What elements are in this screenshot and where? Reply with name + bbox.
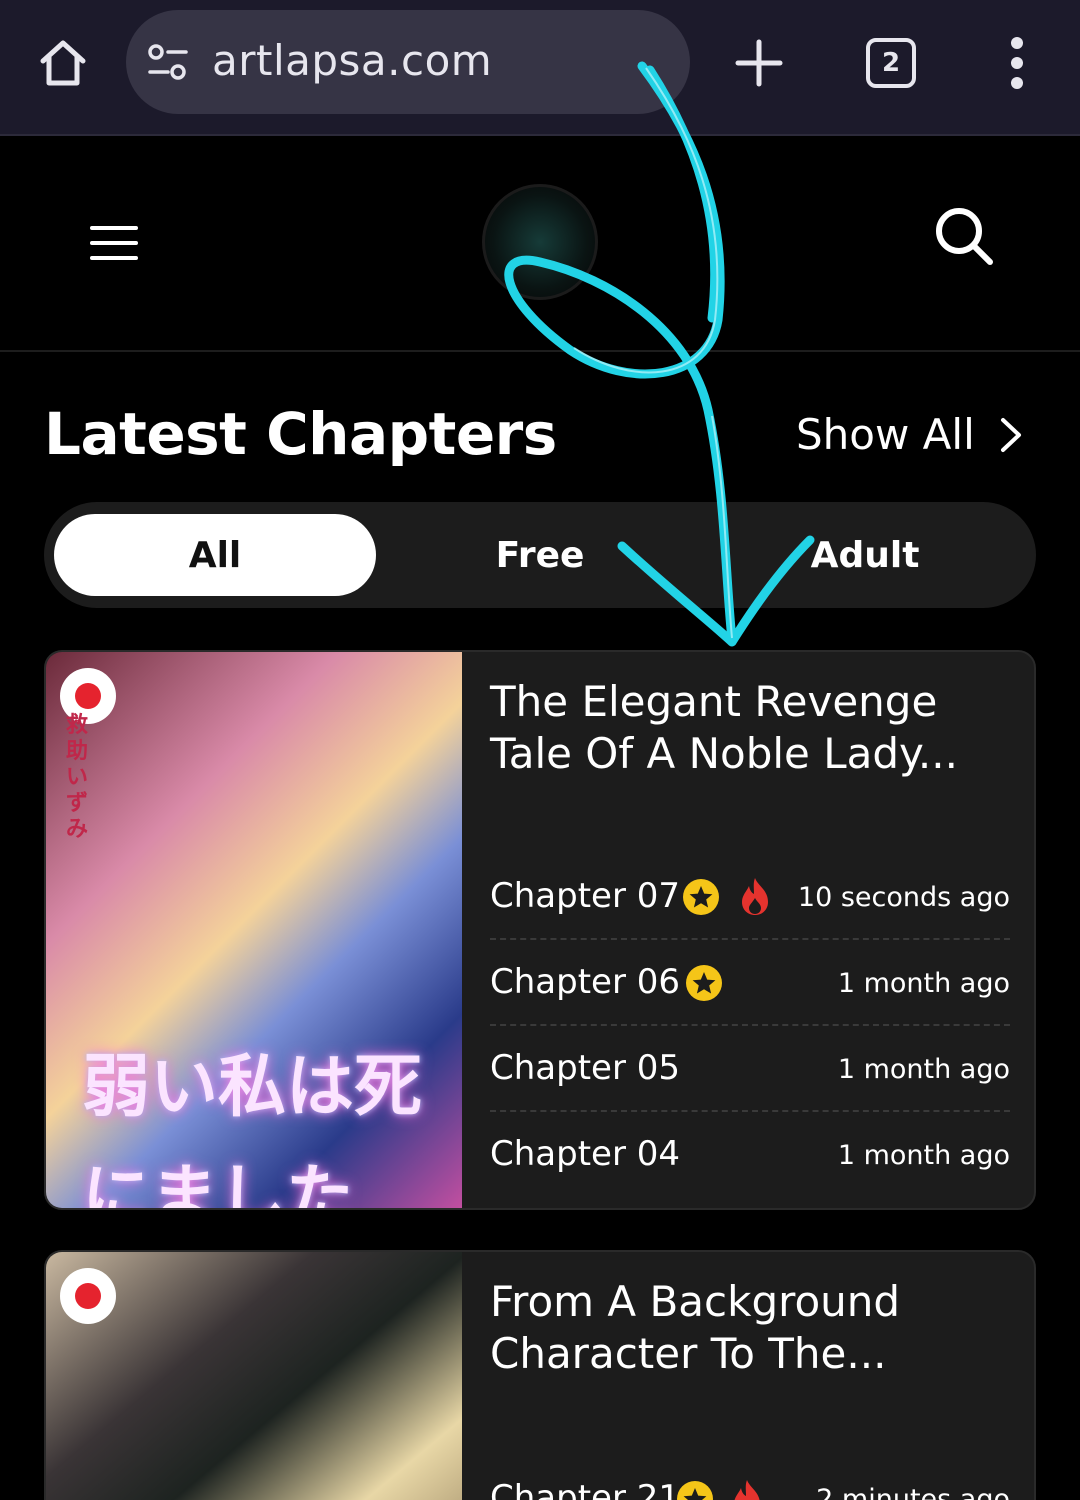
chapter-row[interactable]: Chapter 07 10 seconds ago (490, 854, 1010, 940)
chapter-time: 10 seconds ago (797, 882, 1010, 913)
chapter-row[interactable]: Chapter 21 2 minutes ago (490, 1456, 1010, 1500)
tab-switcher-icon[interactable]: 2 (866, 38, 916, 88)
filter-tabs: All Free Adult (44, 502, 1036, 608)
series-title-line[interactable]: From A Background (490, 1276, 1010, 1328)
chapter-time: 1 month ago (837, 1054, 1010, 1085)
tab-free[interactable]: Free (379, 514, 701, 596)
series-card[interactable]: From A Background Character To The... Ch… (44, 1250, 1036, 1500)
star-icon (677, 1481, 713, 1500)
star-icon (683, 879, 719, 915)
tab-all[interactable]: All (54, 514, 376, 596)
star-icon (686, 965, 722, 1001)
url-text[interactable]: artlapsa.com (212, 36, 492, 85)
plus-icon (735, 39, 783, 87)
series-card[interactable]: 救助いずみ 弱い私は死にました The Elegant Revenge Tale… (44, 650, 1036, 1210)
chapter-time: 2 minutes ago (816, 1484, 1010, 1500)
chapter-label[interactable]: Chapter 06 (490, 962, 680, 1002)
site-logo[interactable] (482, 184, 598, 300)
tune-icon[interactable] (146, 40, 190, 84)
chapter-row[interactable]: Chapter 04 1 month ago (490, 1112, 1010, 1198)
series-title[interactable]: The Elegant Revenge Tale Of A Noble Lady… (490, 676, 1010, 780)
chapter-row[interactable]: Chapter 06 1 month ago (490, 940, 1010, 1026)
series-title[interactable]: From A Background Character To The... (490, 1276, 1010, 1380)
address-bar[interactable]: artlapsa.com (126, 10, 690, 114)
chapter-time: 1 month ago (837, 1140, 1010, 1171)
cover-vertical-text: 救助いずみ (66, 712, 89, 842)
chapter-label[interactable]: Chapter 04 (490, 1134, 680, 1174)
series-cover-image[interactable]: 救助いずみ 弱い私は死にました (46, 652, 462, 1208)
tab-count: 2 (881, 48, 901, 78)
site-header (0, 138, 1080, 352)
hamburger-icon[interactable] (90, 224, 142, 264)
search-icon[interactable] (932, 204, 996, 268)
chapter-row[interactable]: Chapter 05 1 month ago (490, 1026, 1010, 1112)
home-icon (40, 40, 86, 86)
more-vertical-icon (1011, 37, 1023, 89)
series-title-line[interactable]: The Elegant Revenge (490, 676, 1010, 728)
chapter-label[interactable]: Chapter 05 (490, 1048, 680, 1088)
home-button[interactable] (30, 30, 96, 96)
chevron-right-icon (1000, 417, 1021, 452)
fire-icon (734, 1480, 760, 1500)
chapter-label[interactable]: Chapter 21 (490, 1478, 680, 1500)
show-all-link[interactable]: Show All (796, 410, 1023, 459)
section-title: Latest Chapters (44, 400, 557, 468)
browser-menu-button[interactable] (996, 34, 1038, 92)
new-badge-icon (60, 1268, 116, 1324)
fire-icon (742, 878, 768, 915)
show-all-label[interactable]: Show All (796, 410, 975, 459)
chapter-label[interactable]: Chapter 07 (490, 876, 680, 916)
cover-title-text: 弱い私は死にました (82, 1047, 423, 1208)
series-title-line[interactable]: Character To The... (490, 1328, 1010, 1380)
series-cover-image[interactable] (46, 1252, 462, 1500)
chapter-time: 1 month ago (837, 968, 1010, 999)
browser-toolbar: artlapsa.com 2 (0, 0, 1080, 136)
series-title-line[interactable]: Tale Of A Noble Lady... (490, 728, 1010, 780)
new-tab-button[interactable] (730, 34, 788, 92)
tab-adult[interactable]: Adult (704, 514, 1026, 596)
